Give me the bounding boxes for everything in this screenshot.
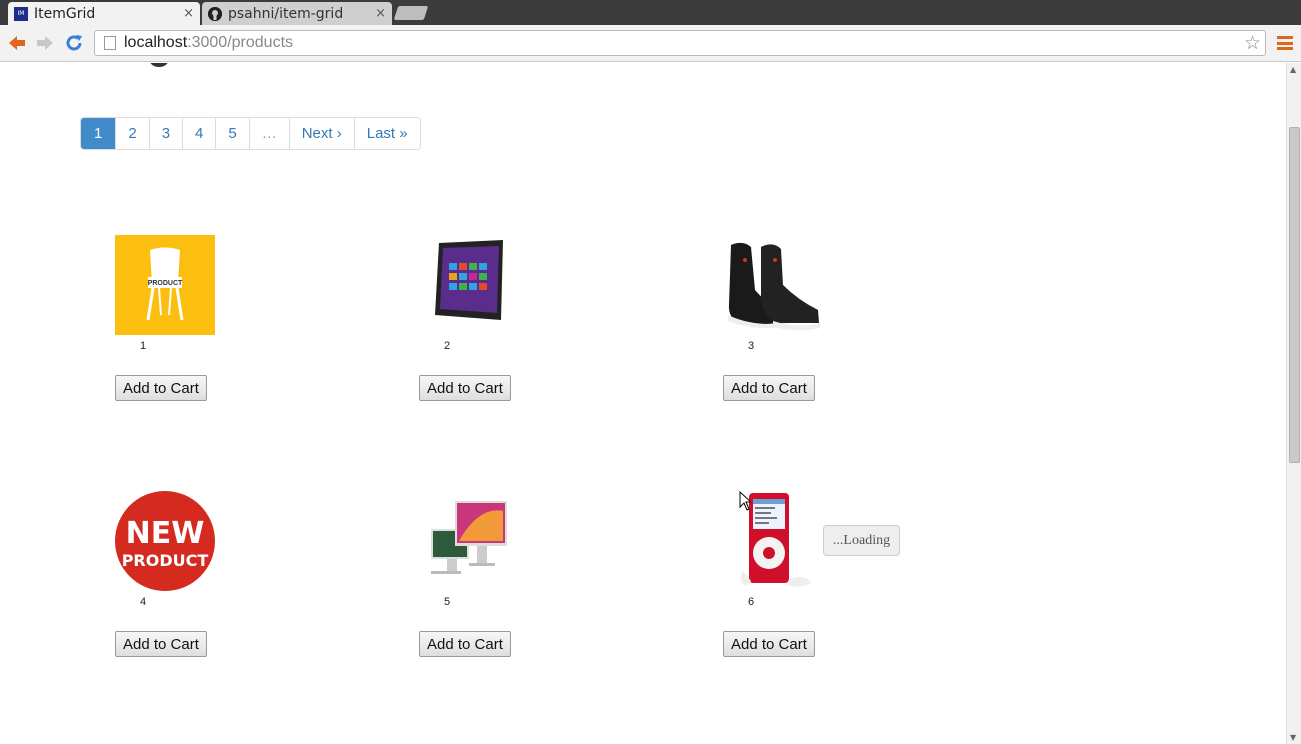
- browser-menu-icon[interactable]: [1277, 34, 1293, 52]
- tab-title: psahni/item-grid: [228, 5, 344, 22]
- page-content: 1 2 3 4 5 … Next › Last » PRODUCT 1 Add …: [0, 63, 1286, 744]
- add-to-cart-button[interactable]: Add to Cart: [115, 631, 207, 657]
- vertical-scrollbar[interactable]: ▲ ▼: [1286, 63, 1301, 744]
- chair-product-image[interactable]: PRODUCT: [115, 235, 215, 335]
- product-id: 2: [444, 340, 451, 352]
- forward-arrow-icon[interactable]: [34, 32, 56, 54]
- product-id: 3: [748, 340, 755, 352]
- tab-itemgrid[interactable]: IM ItemGrid ×: [8, 2, 200, 25]
- product-card: 2 Add to Cart: [419, 235, 619, 401]
- tab-github[interactable]: psahni/item-grid ×: [202, 2, 392, 25]
- tab-title: ItemGrid: [34, 5, 96, 22]
- sneakers-image[interactable]: [723, 235, 823, 335]
- add-to-cart-button[interactable]: Add to Cart: [723, 375, 815, 401]
- pagination: 1 2 3 4 5 … Next › Last »: [80, 117, 421, 150]
- page-link-5[interactable]: 5: [215, 118, 249, 149]
- loading-indicator: ...Loading: [823, 525, 900, 556]
- svg-text:PRODUCT: PRODUCT: [122, 551, 209, 570]
- add-to-cart-button[interactable]: Add to Cart: [115, 375, 207, 401]
- ipod-image[interactable]: [723, 491, 823, 591]
- new-tab-button[interactable]: [393, 6, 429, 20]
- computers-image[interactable]: [419, 491, 519, 591]
- product-id: 4: [140, 596, 147, 608]
- product-card: NEW PRODUCT 4 Add to Cart: [115, 491, 315, 657]
- add-to-cart-button[interactable]: Add to Cart: [723, 631, 815, 657]
- back-arrow-icon[interactable]: [6, 32, 28, 54]
- tablet-image[interactable]: [419, 235, 519, 335]
- product-card: PRODUCT 1 Add to Cart: [115, 235, 315, 401]
- svg-text:NEW: NEW: [126, 516, 205, 551]
- product-id: 5: [444, 596, 451, 608]
- address-bar[interactable]: localhost:3000/products ☆: [94, 30, 1266, 56]
- scroll-down-arrow-icon[interactable]: ▼: [1290, 733, 1296, 742]
- pagination-ellipsis: …: [248, 118, 289, 149]
- page-link-3[interactable]: 3: [148, 118, 183, 149]
- product-id: 1: [140, 340, 147, 352]
- add-to-cart-button[interactable]: Add to Cart: [419, 631, 511, 657]
- close-tab-icon[interactable]: ×: [375, 6, 386, 21]
- product-id: 6: [748, 596, 755, 608]
- product-card: 5 Add to Cart: [419, 491, 619, 657]
- page-icon: [104, 36, 116, 50]
- page-link-4[interactable]: 4: [182, 118, 216, 149]
- github-icon: [208, 6, 222, 21]
- scroll-up-arrow-icon[interactable]: ▲: [1290, 65, 1296, 74]
- page-link-2[interactable]: 2: [115, 118, 149, 149]
- browser-toolbar: localhost:3000/products ☆: [0, 25, 1301, 62]
- bookmark-star-icon[interactable]: ☆: [1244, 32, 1261, 54]
- page-heading-fragment: [150, 63, 168, 67]
- reload-icon[interactable]: [63, 32, 85, 54]
- new-product-badge-image[interactable]: NEW PRODUCT: [115, 491, 215, 591]
- add-to-cart-button[interactable]: Add to Cart: [419, 375, 511, 401]
- mouse-cursor-icon: [739, 491, 751, 511]
- itemgrid-favicon-icon: IM: [14, 6, 28, 21]
- page-link-1[interactable]: 1: [81, 118, 116, 149]
- last-page-link[interactable]: Last »: [353, 118, 420, 149]
- tab-strip: IM ItemGrid × psahni/item-grid ×: [0, 0, 1301, 25]
- url-text: localhost:3000/products: [124, 34, 294, 51]
- svg-text:PRODUCT: PRODUCT: [148, 280, 183, 287]
- scrollbar-thumb[interactable]: [1289, 127, 1300, 463]
- product-card: 3 Add to Cart: [723, 235, 923, 401]
- next-page-link[interactable]: Next ›: [288, 118, 354, 149]
- close-tab-icon[interactable]: ×: [183, 6, 194, 21]
